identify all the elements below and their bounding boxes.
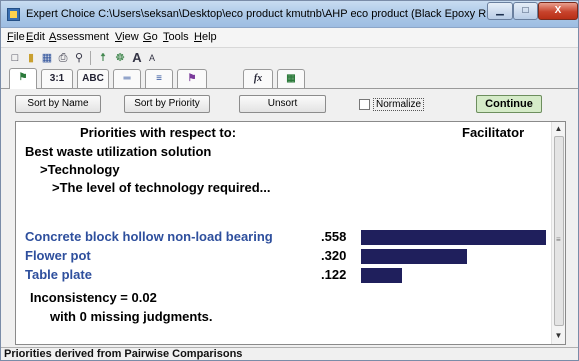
tab-data-grid[interactable]: ▦ (277, 69, 305, 88)
open-folder-icon[interactable]: ▮ (23, 50, 39, 66)
alternative-priority: .320 (321, 248, 347, 263)
tab-numerical[interactable]: 3:1 (41, 69, 73, 88)
tab-graphical[interactable]: ═ (113, 69, 141, 88)
scroll-thumb[interactable]: ≡ (554, 136, 564, 326)
tab-tree[interactable]: ⚑ (9, 68, 37, 89)
menu-edit[interactable]: Edit (26, 31, 45, 43)
print-icon[interactable]: ⎙ (55, 50, 71, 66)
priority-bar (361, 230, 546, 245)
goal-node: Best waste utilization solution (25, 144, 212, 159)
continue-button[interactable]: Continue (476, 95, 542, 113)
toolbar-separator (90, 51, 91, 65)
tab-verbal[interactable]: ABC (77, 69, 109, 88)
menu-bar: File Edit Assessment View Go Tools Help (1, 28, 578, 47)
merge-icon[interactable]: ☸ (112, 50, 128, 66)
print-preview-icon[interactable]: ⚲ (71, 50, 87, 66)
sort-by-name-button[interactable]: Sort by Name (15, 95, 101, 113)
alternative-priority: .122 (321, 267, 347, 282)
alternative-name: Concrete block hollow non-load bearing (25, 229, 273, 244)
app-window: Expert Choice C:\Users\seksan\Desktop\ec… (0, 0, 579, 361)
status-bar: Priorities derived from Pairwise Compari… (1, 347, 578, 360)
menu-assessment[interactable]: Assessment (49, 31, 109, 43)
vertical-scrollbar[interactable]: ▲ ≡ ▼ (551, 122, 565, 344)
title-bar[interactable]: Expert Choice C:\Users\seksan\Desktop\ec… (1, 1, 578, 28)
toolbar: □ ▮ ▦ ⎙ ⚲ ☨ ☸ A A (1, 47, 578, 67)
view-tabs: ⚑ 3:1 ABC ═ ≡ ⚑ fx ▦ (1, 67, 578, 89)
normalize-label[interactable]: Normalize (373, 98, 425, 111)
font-smaller-icon[interactable]: A (144, 50, 160, 66)
grip-icon: ≡ (556, 235, 561, 244)
font-larger-icon[interactable]: A (129, 50, 145, 66)
maximize-button[interactable]: □ (513, 2, 538, 20)
facilitator-heading: Facilitator (462, 125, 525, 140)
window-title: Expert Choice C:\Users\seksan\Desktop\ec… (26, 8, 486, 20)
expert-choice-app-icon (7, 8, 20, 21)
close-button[interactable]: X (538, 2, 578, 20)
missing-judgments: with 0 missing judgments. (50, 309, 213, 324)
menu-tools[interactable]: Tools (163, 31, 189, 43)
inconsistency-ratio: Inconsistency = 0.02 (30, 290, 157, 305)
tab-tree-2[interactable]: ⚑ (177, 69, 207, 88)
normalize-checkbox[interactable] (359, 99, 370, 110)
tab-formula[interactable]: fx (243, 69, 273, 88)
scroll-down-icon[interactable]: ▼ (552, 329, 565, 343)
menu-view[interactable]: View (115, 31, 139, 43)
subcriterion-node: >The level of technology required... (52, 180, 271, 195)
alternative-name: Flower pot (25, 248, 91, 263)
priorities-heading: Priorities with respect to: (80, 125, 237, 140)
new-file-icon[interactable]: □ (7, 50, 23, 66)
priorities-pane: Priorities with respect to: Facilitator … (15, 121, 566, 345)
tree-icon[interactable]: ☨ (95, 50, 111, 66)
menu-help[interactable]: Help (194, 31, 217, 43)
alternative-priority: .558 (321, 229, 347, 244)
priority-bar (361, 249, 467, 264)
sort-by-priority-button[interactable]: Sort by Priority (124, 95, 210, 113)
minimize-button[interactable]: ▁ (487, 2, 513, 20)
criterion-node: >Technology (40, 162, 120, 177)
priority-bar (361, 268, 402, 283)
save-icon[interactable]: ▦ (39, 50, 55, 66)
menu-go[interactable]: Go (143, 31, 158, 43)
unsort-button[interactable]: Unsort (239, 95, 326, 113)
command-bar: Sort by Name Sort by Priority Unsort Nor… (1, 89, 578, 120)
alternative-name: Table plate (25, 267, 92, 282)
menu-file[interactable]: File (7, 31, 25, 43)
scroll-up-icon[interactable]: ▲ (552, 122, 565, 136)
tab-questionnaire[interactable]: ≡ (145, 69, 173, 88)
